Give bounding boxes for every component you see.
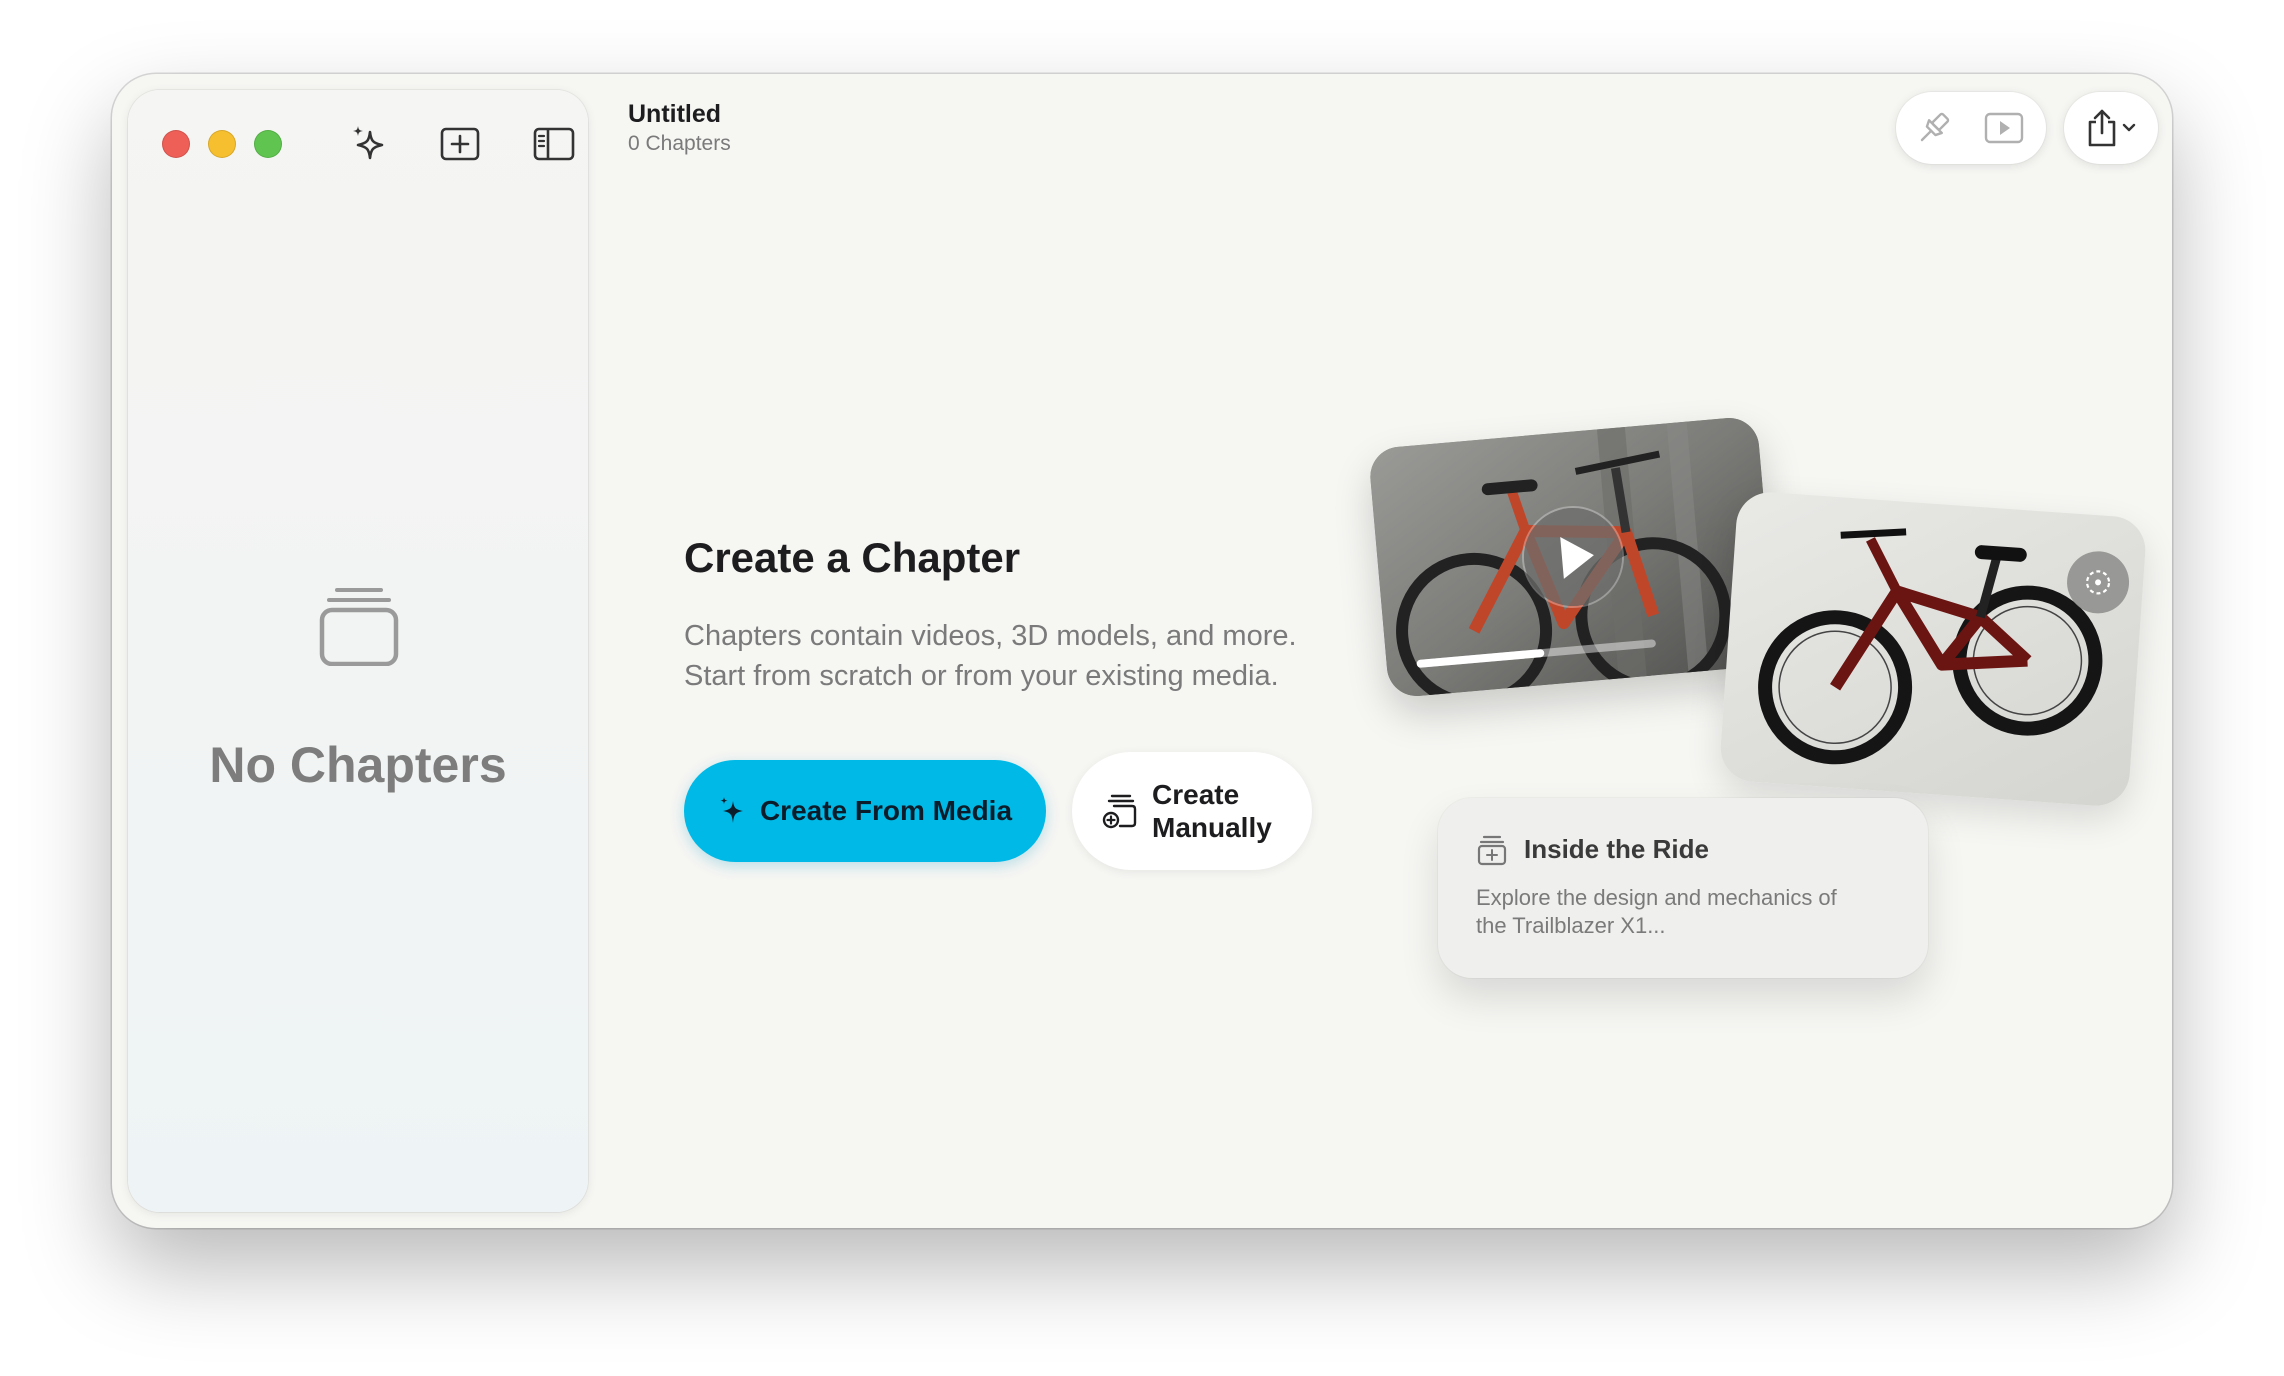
chapter-preview-card: Inside the Ride Explore the design and m… (1438, 798, 1928, 978)
minimize-window-button[interactable] (208, 130, 236, 158)
pin-icon (1920, 112, 1950, 142)
create-from-media-button[interactable]: Create From Media (684, 760, 1046, 862)
empty-state-title: No Chapters (209, 737, 507, 793)
maximize-window-button[interactable] (254, 130, 282, 158)
bike-model-image (1758, 528, 2103, 765)
add-chapter-button[interactable] (438, 122, 482, 166)
model-preview-card (1718, 490, 2148, 808)
preview-card-title: Inside the Ride (1524, 834, 1709, 864)
app-window: No Chapters Untitled 0 Chapters Create a… (112, 74, 2172, 1228)
create-manually-label: Create Manually (1152, 779, 1272, 843)
generate-button[interactable] (346, 122, 390, 166)
description-line-2: Start from scratch or from your existing… (684, 660, 1279, 692)
sidebar: No Chapters (128, 90, 588, 1212)
close-window-button[interactable] (162, 130, 190, 158)
sidebar-toggle-button[interactable] (532, 122, 576, 166)
document-title: Untitled (628, 100, 722, 128)
chapter-count: 0 Chapters (628, 132, 731, 155)
play-preview-icon (1984, 112, 2024, 144)
add-stack-icon (1102, 794, 1137, 829)
share-icon (2088, 109, 2116, 147)
description-line-1: Chapters contain videos, 3D models, and … (684, 620, 1297, 652)
pin-button[interactable] (1912, 106, 1956, 150)
ar-cube-icon (2085, 570, 2111, 595)
play-button (1519, 503, 1627, 611)
chapter-icon (1477, 835, 1507, 866)
stack-icon (319, 588, 399, 666)
share-button[interactable] (2064, 92, 2158, 164)
create-manually-button[interactable]: Create Manually (1072, 752, 1312, 870)
create-from-media-label: Create From Media (759, 795, 1013, 826)
preview-desc-line-1: Explore the design and mechanics of (1476, 885, 1837, 910)
sparkles-icon (353, 126, 384, 160)
main-heading: Create a Chapter (684, 534, 1021, 581)
play-preview-button[interactable] (1982, 106, 2026, 150)
add-chapter-icon (440, 127, 480, 161)
preview-card-description: Explore the design and mechanics of the … (1476, 884, 1896, 940)
sidebar-toggle-icon (533, 127, 575, 161)
video-preview-card (1367, 415, 1779, 699)
main-description: Chapters contain videos, 3D models, and … (684, 616, 1404, 696)
play-icon (1560, 537, 1594, 579)
chevron-down-icon (2122, 123, 2136, 132)
sparkle-icon (720, 797, 743, 823)
preview-desc-line-2: the Trailblazer X1... (1476, 913, 1666, 938)
toolbar-pill-group (1896, 92, 2046, 164)
